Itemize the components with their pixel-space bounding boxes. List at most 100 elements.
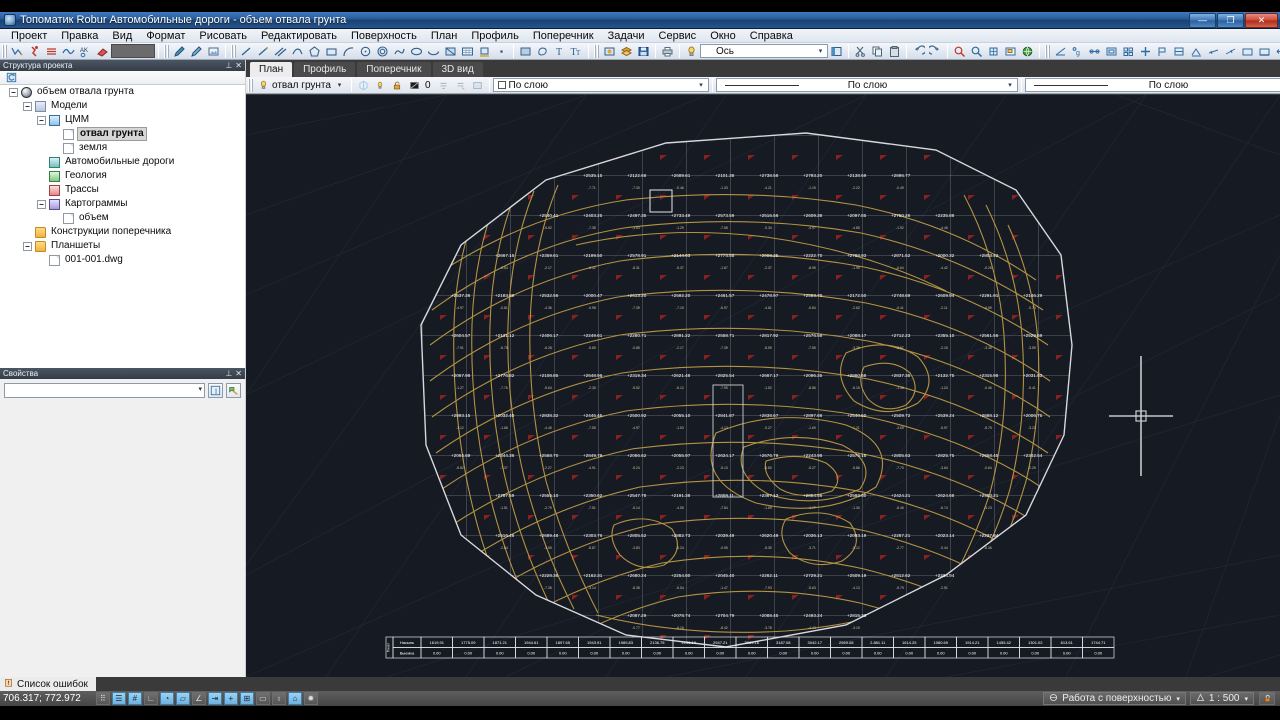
menu-item-11[interactable]: Сервис [652,29,704,43]
annotation-button[interactable]: ⌂ [287,692,302,705]
pin-icon[interactable]: ⊥ [225,369,232,378]
snowflake-icon[interactable] [355,77,372,93]
line2-icon[interactable] [255,43,272,59]
toolbar-grip-3[interactable] [231,44,236,58]
close-icon[interactable]: ✕ [235,369,242,378]
menu-item-7[interactable]: План [424,29,465,43]
text-icon[interactable]: T [551,43,568,59]
chevron-down-icon[interactable]: ▾ [1176,695,1180,703]
grid-box-icon[interactable] [1120,43,1137,59]
scale-button[interactable]: 1 : 500 ▾ [1189,692,1254,705]
minimize-button[interactable]: — [1189,12,1216,28]
rect-dim-icon[interactable] [1239,43,1256,59]
tree-node-6[interactable]: Геология [0,169,245,183]
arc-icon[interactable] [340,43,357,59]
layer-state-icon[interactable] [618,43,635,59]
save-icon[interactable] [635,43,652,59]
toolbar-grip[interactable] [2,44,7,58]
lightbulb-icon-2[interactable] [372,77,389,93]
view-tab-3[interactable]: 3D вид [432,62,483,77]
view-tab-0[interactable]: План [250,62,293,77]
expander-icon[interactable] [36,199,47,210]
expander-icon[interactable] [22,101,33,112]
spline-icon[interactable] [391,43,408,59]
view-tab-1[interactable]: Профиль [294,62,356,77]
mtext-icon[interactable]: TT [568,43,585,59]
grid-display-button[interactable]: # [127,692,142,705]
flag-icon[interactable] [1154,43,1171,59]
lightbulb-icon[interactable] [255,77,272,93]
toolbar-grip-4[interactable] [594,44,599,58]
layer-toolbar-grip[interactable] [248,78,253,92]
ortho-mode-button[interactable]: ☰ [111,692,126,705]
lineweight-combo[interactable]: По слою ▾ [1024,78,1280,92]
tree-node-5[interactable]: Автомобильные дороги [0,155,245,169]
runner-icon[interactable] [26,43,43,59]
chevron-down-icon[interactable]: ▾ [815,46,826,56]
maximize-button[interactable]: ❐ [1217,12,1244,28]
layer-state-icon-2[interactable] [469,77,486,93]
polar-tracking-button[interactable]: ∟ [143,692,158,705]
expander-icon[interactable] [22,241,33,252]
tree-node-9[interactable]: объем [0,211,245,225]
redo-icon[interactable] [927,43,944,59]
tree-node-8[interactable]: Картограммы [0,197,245,211]
hatch-lines-icon[interactable] [43,43,60,59]
angle-icon[interactable] [1052,43,1069,59]
parallel-icon[interactable] [272,43,289,59]
ellipse-arc-icon[interactable] [425,43,442,59]
pan-icon[interactable] [985,43,1002,59]
project-tree[interactable]: объем отвала грунта Модели ЦММ отвал грунта… [0,85,245,368]
toolbar-grip-5[interactable] [1045,44,1050,58]
layer-color-icon[interactable] [406,77,423,93]
dyn-input-button[interactable]: + [223,692,238,705]
menu-item-0[interactable]: Проект [4,29,54,43]
hatch-icon[interactable] [534,43,551,59]
pencil-alt-icon[interactable] [188,43,205,59]
menu-item-5[interactable]: Редактировать [254,29,344,43]
menu-item-9[interactable]: Поперечник [526,29,601,43]
table-icon[interactable] [459,43,476,59]
refresh-icon[interactable] [3,70,20,86]
menu-item-6[interactable]: Поверхность [344,29,424,43]
tree-node-1[interactable]: Модели [0,99,245,113]
dyn-ucs-button[interactable]: ⇥ [207,692,222,705]
offset-icon[interactable] [1188,43,1205,59]
tree-node-12[interactable]: 001-001.dwg [0,253,245,267]
tree-node-2[interactable]: ЦММ [0,113,245,127]
tree-node-4[interactable]: земля [0,141,245,155]
text-ak-icon[interactable]: AK [77,43,94,59]
object-snap-button[interactable]: ◔ [159,692,174,705]
chevron-down-icon[interactable]: ▾ [198,385,202,393]
cut-icon[interactable] [852,43,869,59]
lineweight-button[interactable]: ⊞ [239,692,254,705]
plus-icon[interactable] [1137,43,1154,59]
diameter-icon[interactable] [1086,43,1103,59]
quick-select-icon[interactable] [226,383,241,398]
copy-box-icon[interactable] [1171,43,1188,59]
globe-icon[interactable] [1019,43,1036,59]
menu-item-4[interactable]: Рисовать [192,29,254,43]
rect-dim2-icon[interactable] [1256,43,1273,59]
current-layer-name[interactable]: отвал грунта [272,80,331,91]
polyline-icon[interactable] [9,43,26,59]
taper-icon[interactable] [1205,43,1222,59]
curve-icon[interactable] [60,43,77,59]
chevron-down-icon[interactable]: ▾ [331,77,348,93]
point-icon[interactable] [493,43,510,59]
ellipse-icon[interactable] [408,43,425,59]
line-icon[interactable] [238,43,255,59]
polyline2-icon[interactable] [289,43,306,59]
make-current-icon[interactable] [435,77,452,93]
angle-snap-button[interactable]: ∠ [191,692,206,705]
eraser-red-icon[interactable] [94,43,111,59]
point-style-icon[interactable] [601,43,618,59]
info-icon[interactable]: 1 [208,383,223,398]
model-space-button[interactable]: ♁ [271,692,286,705]
close-button[interactable]: ✕ [1245,12,1278,28]
menu-item-8[interactable]: Профиль [464,29,526,43]
box-icon[interactable] [1103,43,1120,59]
menu-item-12[interactable]: Окно [703,29,743,43]
error-list-tab[interactable]: Список ошибок [0,677,96,691]
tree-node-3[interactable]: отвал грунта [0,127,245,141]
